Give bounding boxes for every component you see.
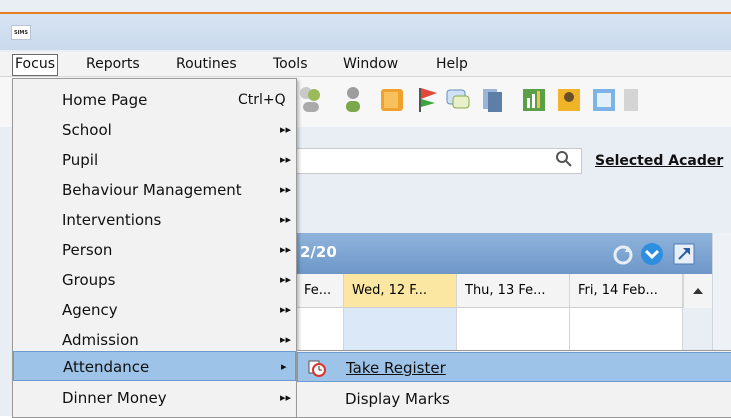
submenu-arrow-icon: ▸▸ [280, 391, 292, 404]
menu-tools[interactable]: Tools [273, 56, 308, 72]
column-header-wed[interactable]: Wed, 12 F... [344, 274, 457, 308]
chart-book-icon[interactable] [521, 84, 547, 114]
menu-focus[interactable]: Focus [12, 54, 58, 76]
submenu-arrow-icon: ▸▸ [280, 213, 292, 226]
submenu-arrow-icon: ▸▸ [280, 243, 292, 256]
focus-menu-item-behaviour-management[interactable]: Behaviour Management ▸▸ [13, 175, 296, 205]
menu-item-label: Interventions [62, 211, 162, 229]
column-header-thu[interactable]: Thu, 13 Fe... [457, 274, 570, 308]
menu-item-label: Pupil [62, 151, 99, 169]
menu-help[interactable]: Help [436, 56, 468, 72]
scroll-up-icon [693, 288, 703, 294]
menu-bar: Focus Reports Routines Tools Window Help [0, 52, 731, 77]
submenu-arrow-icon: ▸ [281, 360, 287, 373]
focus-menu-item-attendance[interactable]: Attendance ▸ [13, 351, 296, 381]
focus-menu-item-school[interactable]: School ▸▸ [13, 115, 296, 145]
menu-item-label: Behaviour Management [62, 181, 242, 199]
popout-icon[interactable] [672, 242, 696, 266]
submenu-arrow-icon: ▸▸ [280, 273, 292, 286]
flag-icon[interactable] [413, 84, 439, 114]
menu-item-label: Person [62, 241, 113, 259]
menu-routines[interactable]: Routines [176, 56, 237, 72]
calendar-date-range: 2/20 [300, 243, 337, 261]
focus-menu-item-pupil[interactable]: Pupil ▸▸ [13, 145, 296, 175]
menu-item-label: Groups [62, 271, 116, 289]
focus-menu-item-dinner-money[interactable]: Dinner Money ▸▸ [13, 383, 296, 413]
scroll-up-button[interactable] [683, 274, 712, 308]
chevron-down-icon[interactable] [640, 242, 664, 266]
submenu-item-display-marks[interactable]: Display Marks [297, 384, 731, 414]
search-input[interactable] [270, 148, 582, 174]
menu-item-label: Agency [62, 301, 118, 319]
focus-menu-item-interventions[interactable]: Interventions ▸▸ [13, 205, 296, 235]
app-icon-text: SIMS [13, 29, 29, 36]
menu-item-label: Attendance [63, 358, 150, 376]
attendance-submenu: Take Register Display Marks [296, 350, 731, 418]
book-icon[interactable] [379, 84, 405, 114]
sims-app-icon[interactable]: SIMS [11, 25, 31, 40]
focus-menu-dropdown: Home Page Ctrl+Q School ▸▸ Pupil ▸▸ Beha… [12, 78, 297, 418]
column-header-fri[interactable]: Fri, 14 Feb... [570, 274, 683, 308]
refresh-icon[interactable] [612, 244, 634, 266]
focus-menu-item-groups[interactable]: Groups ▸▸ [13, 265, 296, 295]
report-book-icon[interactable] [591, 84, 617, 114]
search-icon[interactable] [555, 150, 573, 168]
focus-menu-item-home-page[interactable]: Home Page Ctrl+Q [13, 85, 296, 115]
menu-window[interactable]: Window [343, 56, 398, 72]
clock-register-icon [308, 360, 326, 377]
column-header-tue[interactable]: Fe... [296, 274, 344, 308]
person-icon[interactable] [340, 84, 366, 114]
focus-menu-item-person[interactable]: Person ▸▸ [13, 235, 296, 265]
menu-item-label: School [62, 121, 112, 139]
title-bar [0, 14, 731, 50]
people-group-icon[interactable] [297, 84, 323, 114]
focus-menu-item-agency[interactable]: Agency ▸▸ [13, 295, 296, 325]
menu-item-label: Dinner Money [62, 389, 167, 407]
submenu-arrow-icon: ▸▸ [280, 123, 292, 136]
submenu-arrow-icon: ▸▸ [280, 183, 292, 196]
menu-item-label: Display Marks [345, 390, 450, 408]
documents-icon[interactable] [479, 84, 505, 114]
submenu-arrow-icon: ▸▸ [280, 153, 292, 166]
messages-icon[interactable] [445, 84, 471, 114]
profile-book-icon[interactable] [556, 84, 582, 114]
submenu-arrow-icon: ▸▸ [280, 303, 292, 316]
toolbar-overflow-icon[interactable] [622, 84, 648, 114]
selected-academic-year-link[interactable]: Selected Acader [595, 153, 723, 169]
menu-item-shortcut: Ctrl+Q [238, 92, 286, 108]
menu-item-label: Home Page [62, 91, 148, 109]
submenu-item-take-register[interactable]: Take Register [297, 352, 731, 382]
menu-reports[interactable]: Reports [86, 56, 140, 72]
menu-item-label: Take Register [346, 359, 446, 377]
